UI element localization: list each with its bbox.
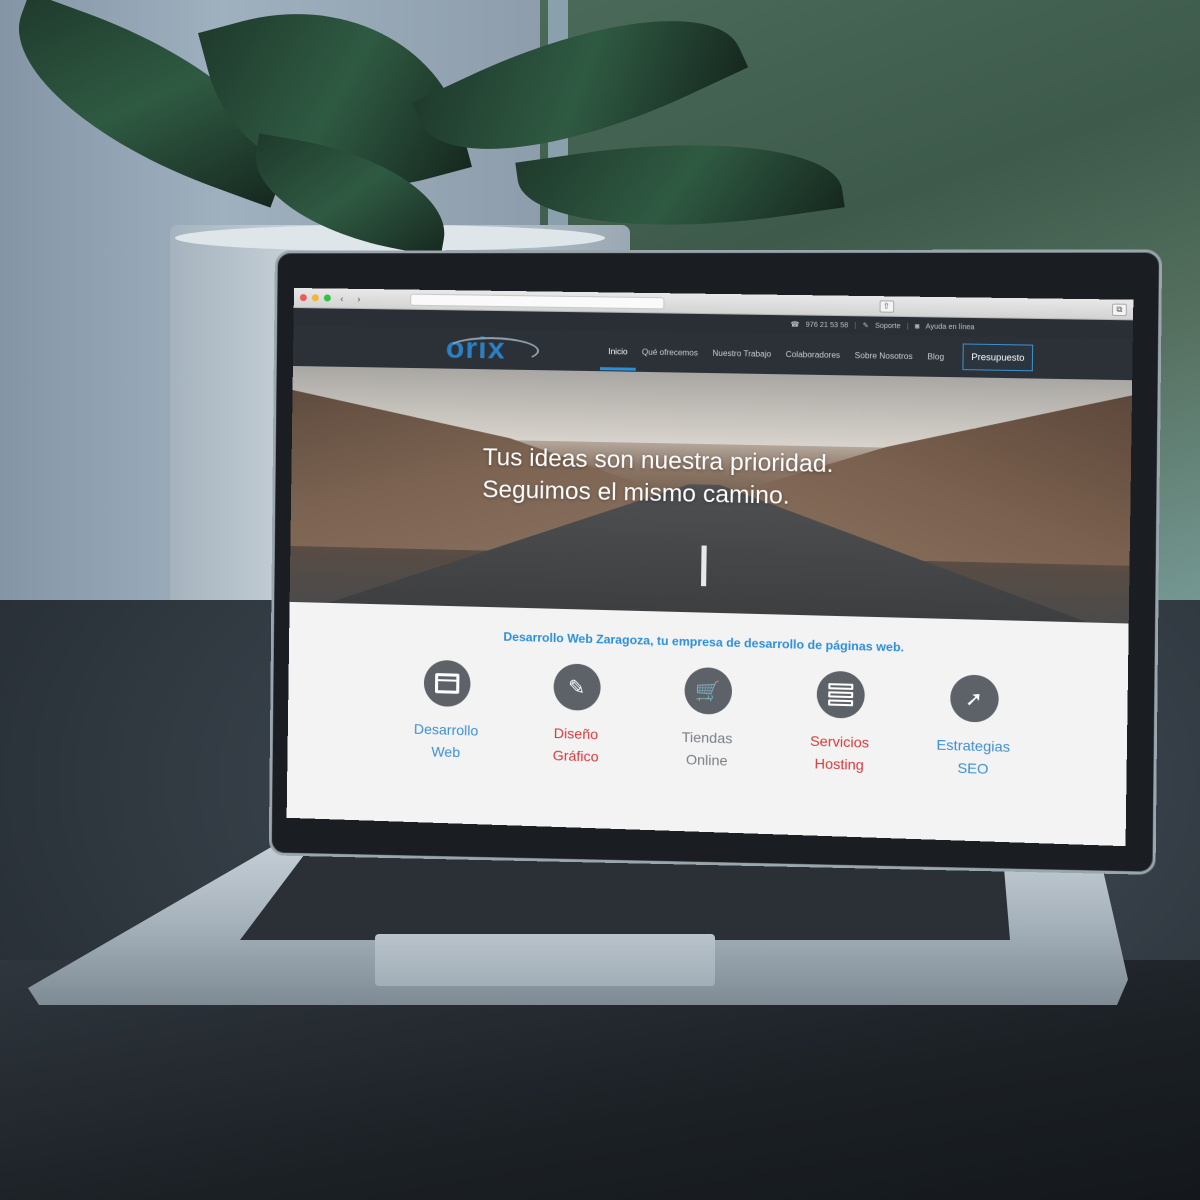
back-arrow-icon[interactable]: ‹ <box>336 293 348 303</box>
service-label[interactable]: Desarrollo Web <box>413 718 479 765</box>
laptop-trackpad <box>375 934 715 986</box>
support-link[interactable]: Soporte <box>875 322 901 330</box>
service-label-line: Desarrollo <box>413 720 479 739</box>
separator: | <box>854 321 857 330</box>
laptop-screen: ‹ › ⇧ ⧉ ☎ 976 21 53 58 | ✎ Soporte | ◙ A… <box>286 288 1134 847</box>
service-label[interactable]: Servicios Hosting <box>810 729 870 776</box>
hero-road-line <box>700 545 707 587</box>
phone-icon: ☎ <box>790 321 800 329</box>
forward-arrow-icon[interactable]: › <box>353 293 365 303</box>
separator: | <box>906 322 909 330</box>
service-label[interactable]: Tiendas Online <box>681 726 733 773</box>
nav-item-colaboradores[interactable]: Colaboradores <box>785 335 841 374</box>
phone-number[interactable]: 976 21 53 58 <box>806 321 849 329</box>
server-icon[interactable] <box>815 670 865 719</box>
cart-icon[interactable]: 🛒 <box>683 666 732 715</box>
service-label-line: Online <box>685 751 728 770</box>
design-icon[interactable]: ✎ <box>552 663 601 712</box>
help-link[interactable]: Ayuda en línea <box>926 323 975 331</box>
orix-logo[interactable]: orix <box>446 331 568 367</box>
presupuesto-button[interactable]: Presupuesto <box>962 343 1034 372</box>
nav-item-blog[interactable]: Blog <box>927 337 944 375</box>
nav-item-sobre-nosotros[interactable]: Sobre Nosotros <box>854 336 913 375</box>
service-estrategias-seo[interactable]: ➚ Estrategias SEO <box>931 674 1017 782</box>
service-label-line: SEO <box>957 759 989 778</box>
service-label-line: Estrategias <box>936 736 1011 755</box>
service-label-line: Servicios <box>809 732 870 751</box>
service-desarrollo-web[interactable]: Desarrollo Web <box>405 659 487 765</box>
service-tiendas-online[interactable]: 🛒 Tiendas Online <box>665 666 749 773</box>
minimize-window-dot[interactable] <box>311 294 319 302</box>
service-label[interactable]: Diseño Gráfico <box>552 722 599 769</box>
nav-item-nuestro-trabajo[interactable]: Nuestro Trabajo <box>712 334 771 373</box>
service-label[interactable]: Estrategias SEO <box>936 733 1010 781</box>
service-label-line: Gráfico <box>552 747 599 766</box>
camera-icon: ◙ <box>914 322 920 331</box>
services-section: Desarrollo Web Zaragoza, tu empresa de d… <box>286 601 1129 847</box>
website-icon[interactable] <box>423 659 471 708</box>
share-icon[interactable]: ⇧ <box>878 299 894 313</box>
hero-headline: Tus ideas son nuestra prioridad. Seguimo… <box>482 442 834 515</box>
nav-menu: Inicio Qué ofrecemos Nuestro Trabajo Col… <box>608 332 1034 377</box>
services-title: Desarrollo Web Zaragoza, tu empresa de d… <box>503 629 905 655</box>
rocket-icon[interactable]: ➚ <box>949 674 999 723</box>
maximize-window-dot[interactable] <box>323 294 331 302</box>
service-label-line: Web <box>431 743 461 761</box>
service-label-line: Tiendas <box>681 728 733 747</box>
services-list: Desarrollo Web ✎ Diseño Gráfico 🛒 Tienda… <box>299 656 1127 785</box>
service-label-line: Hosting <box>814 755 865 774</box>
service-label-line: Diseño <box>553 724 599 743</box>
hero-banner: Tus ideas son nuestra prioridad. Seguimo… <box>289 365 1133 624</box>
nav-item-inicio[interactable]: Inicio <box>608 332 628 370</box>
address-bar[interactable] <box>410 293 665 309</box>
support-icon: ✎ <box>862 322 869 330</box>
service-diseno-grafico[interactable]: ✎ Diseño Gráfico <box>535 663 618 769</box>
tabs-icon[interactable]: ⧉ <box>1111 303 1127 316</box>
close-window-dot[interactable] <box>299 294 307 302</box>
nav-item-que-ofrecemos[interactable]: Qué ofrecemos <box>642 333 699 371</box>
service-servicios-hosting[interactable]: Servicios Hosting <box>798 670 883 777</box>
